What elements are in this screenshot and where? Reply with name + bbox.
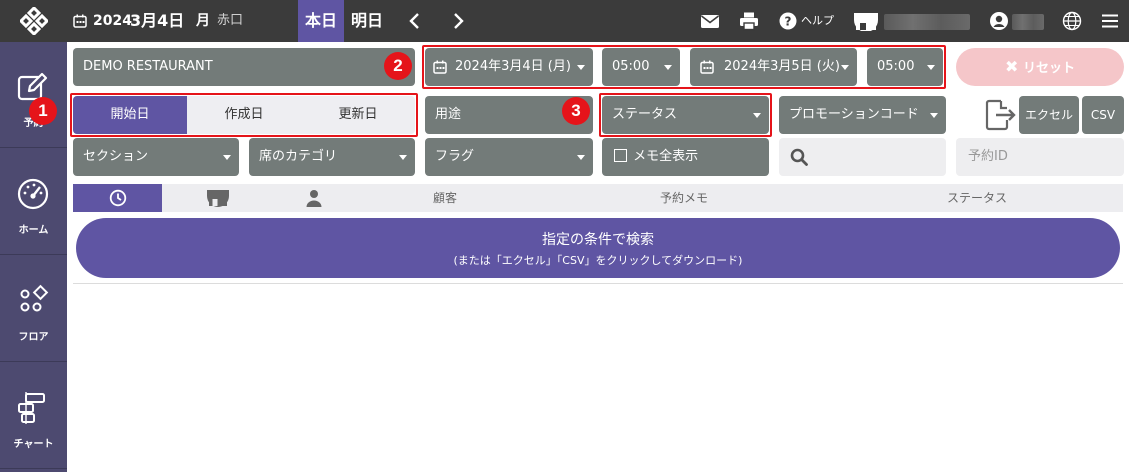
table-header: 顧客 予約メモ ステータス (73, 184, 1123, 212)
search-button-sublabel: (または「エクセル」「CSV」をクリックしてダウンロード) (453, 254, 743, 267)
keyword-search-input[interactable] (779, 138, 946, 176)
calendar-icon (73, 14, 87, 28)
sidebar-label: フロア (18, 332, 49, 343)
store-icon (207, 190, 229, 207)
help-icon[interactable]: ? (778, 11, 798, 31)
reservation-id-placeholder: 予約ID (968, 149, 1008, 164)
end-date-picker[interactable]: 2024年3月5日 (火) (690, 48, 857, 86)
caret-down-icon (841, 65, 849, 70)
date-weekday: 月 (196, 13, 210, 29)
sidebar-item-chart[interactable]: チャート (0, 363, 67, 469)
menu-icon[interactable] (1100, 11, 1120, 31)
caret-down-icon (927, 65, 935, 70)
print-icon[interactable] (739, 11, 759, 31)
close-icon: ✖ (1005, 57, 1019, 76)
caret-down-icon (930, 113, 938, 118)
store-name-redacted (884, 14, 970, 30)
promo-code-label: プロモーションコード (789, 107, 919, 122)
start-date-picker[interactable]: 2024年3月4日 (月) (425, 48, 593, 86)
tab-created-date[interactable]: 作成日 (187, 96, 301, 134)
checkbox[interactable] (614, 149, 627, 162)
globe-icon[interactable] (1062, 11, 1082, 31)
show-all-memo-label: メモ全表示 (633, 149, 699, 164)
tomorrow-button[interactable]: 明日 (346, 0, 388, 42)
svg-text:?: ? (785, 15, 792, 29)
sidebar-label: ホーム (18, 225, 49, 236)
chevron-right-icon[interactable] (448, 11, 468, 31)
search-button-label: 指定の条件で検索 (542, 232, 654, 248)
search-icon (790, 148, 808, 166)
floor-icon (20, 284, 49, 312)
date-type-toggle: 開始日 作成日 更新日 (73, 96, 415, 134)
start-time-select[interactable]: 05:00 (602, 48, 680, 86)
purpose-label: 用途 (435, 107, 462, 122)
csv-button[interactable]: CSV (1082, 96, 1124, 134)
caret-down-icon (399, 155, 407, 160)
status-select[interactable]: ステータス (602, 96, 769, 134)
reservation-id-input[interactable]: 予約ID (956, 138, 1124, 176)
today-button[interactable]: 本日 (298, 0, 344, 42)
caret-down-icon (223, 155, 231, 160)
reset-label: リセット (1022, 61, 1075, 76)
app-logo-icon[interactable] (20, 7, 48, 35)
mail-icon[interactable] (700, 11, 720, 31)
restaurant-select[interactable]: DEMO RESTAURANT (73, 48, 415, 86)
date-year: 2024 (93, 13, 132, 29)
user-icon[interactable] (989, 11, 1009, 31)
section-select[interactable]: セクション (73, 138, 239, 176)
caret-down-icon (577, 65, 585, 70)
callout-badge-2: 2 (384, 52, 412, 80)
end-time-select[interactable]: 05:00 (867, 48, 943, 86)
export-icon[interactable] (983, 98, 1017, 132)
user-name-redacted (1012, 14, 1044, 30)
time-column-header[interactable] (73, 184, 162, 212)
date-rokuyo: 赤口 (217, 13, 244, 28)
store-icon[interactable] (853, 11, 879, 31)
reset-button[interactable]: ✖ リセット (956, 48, 1124, 86)
promo-code-select[interactable]: プロモーションコード (779, 96, 946, 134)
help-label[interactable]: ヘルプ (801, 0, 834, 42)
caret-down-icon (753, 113, 761, 118)
status-column-header[interactable]: ステータス (831, 184, 1123, 212)
flag-label: フラグ (435, 149, 475, 164)
clock-icon (109, 189, 127, 207)
main-content: DEMO RESTAURANT 2024年3月4日 (月) 05:00 2024… (67, 42, 1129, 472)
top-bar: 2024 3月4日 月 赤口 本日 明日 ? ヘルプ (0, 0, 1129, 42)
dashboard-icon (17, 178, 49, 210)
sidebar-item-floor[interactable]: フロア (0, 256, 67, 362)
search-button[interactable]: 指定の条件で検索 (または「エクセル」「CSV」をクリックしてダウンロード) (76, 218, 1120, 278)
excel-button[interactable]: エクセル (1019, 96, 1079, 134)
flag-select[interactable]: フラグ (425, 138, 593, 176)
sidebar-item-home[interactable]: ホーム (0, 149, 67, 255)
caret-down-icon (577, 155, 585, 160)
restaurant-name: DEMO RESTAURANT (83, 59, 213, 74)
tab-start-date[interactable]: 開始日 (73, 96, 187, 134)
customer-column-header[interactable]: 顧客 (353, 184, 537, 212)
chevron-left-icon[interactable] (405, 11, 425, 31)
status-label: ステータス (612, 107, 678, 122)
person-icon (306, 190, 322, 207)
chart-icon (18, 392, 45, 424)
seat-category-select[interactable]: 席のカテゴリ (249, 138, 415, 176)
calendar-icon (700, 60, 714, 74)
person-column-header[interactable] (275, 184, 353, 212)
end-time-value: 05:00 (877, 59, 915, 74)
sidebar-label: チャート (13, 439, 54, 450)
callout-badge-3: 3 (562, 97, 590, 125)
tab-updated-date[interactable]: 更新日 (301, 96, 415, 134)
show-all-memo-toggle[interactable]: メモ全表示 (602, 138, 769, 176)
start-time-value: 05:00 (612, 59, 650, 74)
callout-badge-1: 1 (29, 97, 57, 125)
section-label: セクション (83, 149, 149, 164)
sidebar-item-reservation[interactable]: 予約 (0, 42, 67, 148)
end-date-value: 2024年3月5日 (火) (724, 59, 840, 74)
caret-down-icon (664, 65, 672, 70)
store-column-header[interactable] (162, 184, 275, 212)
divider (73, 283, 1123, 284)
seat-category-label: 席のカテゴリ (259, 149, 338, 164)
memo-column-header[interactable]: 予約メモ (537, 184, 831, 212)
calendar-icon (433, 60, 447, 74)
start-date-value: 2024年3月4日 (月) (455, 59, 571, 74)
date-month-day: 3月4日 (130, 11, 185, 30)
